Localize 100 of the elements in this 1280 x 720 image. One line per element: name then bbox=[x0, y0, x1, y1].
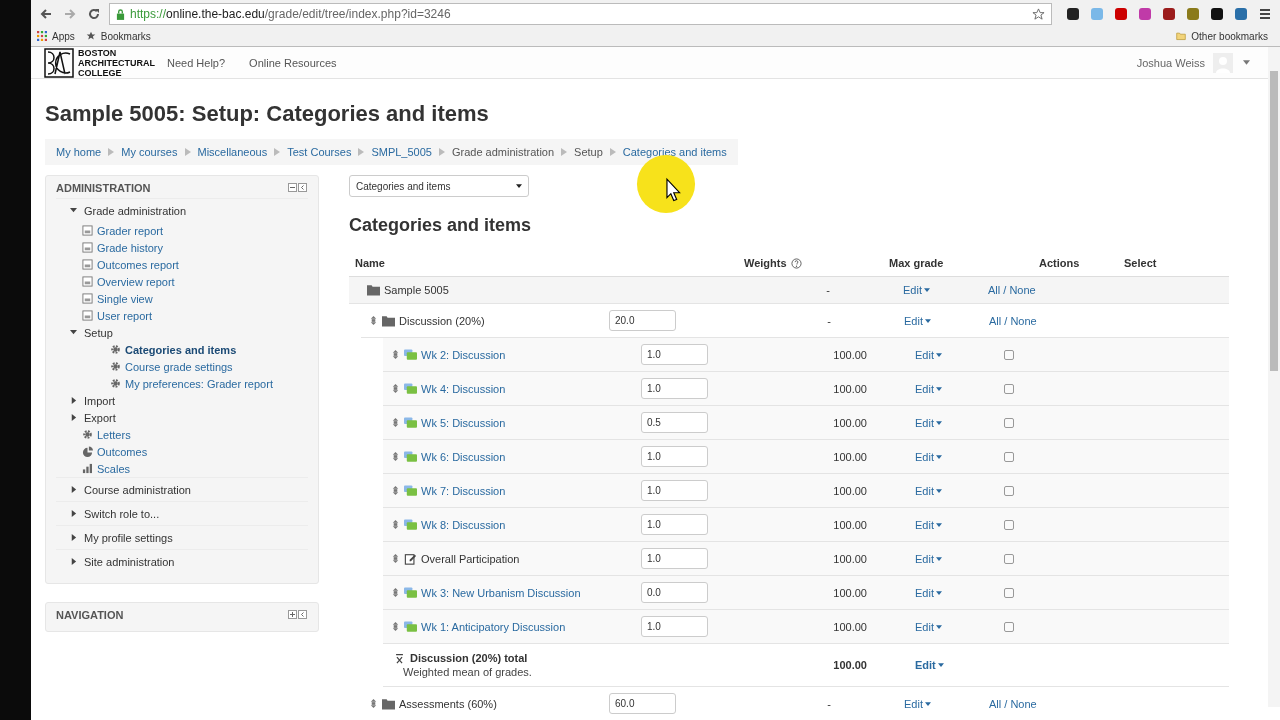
select-checkbox[interactable] bbox=[1004, 417, 1014, 428]
extension-icon[interactable] bbox=[1066, 7, 1080, 21]
tree-node[interactable]: Site administration bbox=[84, 555, 175, 568]
move-icon[interactable] bbox=[391, 418, 400, 427]
move-icon[interactable] bbox=[391, 520, 400, 529]
edit-menu[interactable]: Edit bbox=[915, 586, 942, 599]
edit-menu[interactable]: Edit bbox=[904, 314, 931, 327]
select-checkbox[interactable] bbox=[1004, 485, 1014, 496]
breadcrumb-link[interactable]: Categories and items bbox=[622, 146, 727, 158]
tree-node[interactable]: Course administration bbox=[84, 483, 191, 496]
help-icon[interactable] bbox=[790, 257, 802, 269]
grade-item-link[interactable]: Wk 2: Discussion bbox=[421, 348, 506, 361]
select-all-none-link[interactable]: All / None bbox=[989, 697, 1037, 710]
tree-node[interactable]: My profile settings bbox=[84, 531, 173, 544]
collapsed-arrow-icon[interactable] bbox=[70, 486, 77, 493]
select-checkbox[interactable] bbox=[1004, 349, 1014, 360]
tree-link[interactable]: Letters bbox=[97, 428, 131, 441]
weight-field[interactable]: 20.0 bbox=[609, 310, 676, 331]
select-checkbox[interactable] bbox=[1004, 621, 1014, 632]
move-icon[interactable] bbox=[391, 622, 400, 631]
move-icon[interactable] bbox=[391, 554, 400, 563]
grade-item-link[interactable]: Wk 4: Discussion bbox=[421, 382, 506, 395]
tree-link[interactable]: Single view bbox=[97, 292, 153, 305]
tree-link[interactable]: Overview report bbox=[97, 275, 175, 288]
collapsed-arrow-icon[interactable] bbox=[70, 510, 77, 517]
tree-link[interactable]: User report bbox=[97, 309, 153, 322]
tree-node[interactable]: Import bbox=[84, 394, 116, 407]
caret-icon[interactable] bbox=[1243, 60, 1250, 65]
move-icon[interactable] bbox=[391, 588, 400, 597]
grade-item-link[interactable]: Wk 3: New Urbanism Discussion bbox=[421, 586, 581, 599]
grade-item-link[interactable]: Wk 5: Discussion bbox=[421, 416, 506, 429]
address-bar[interactable]: https://online.the-bac.edu/grade/edit/tree/index.php?id=3246 bbox=[109, 3, 1052, 25]
collapsed-arrow-icon[interactable] bbox=[70, 558, 77, 565]
view-dropdown[interactable]: Categories and items bbox=[349, 175, 529, 197]
edit-menu[interactable]: Edit bbox=[915, 659, 944, 671]
header-link[interactable]: Online Resources bbox=[249, 56, 337, 69]
extension-icon[interactable] bbox=[1162, 7, 1176, 21]
select-checkbox[interactable] bbox=[1004, 451, 1014, 462]
tree-link[interactable]: Outcomes report bbox=[97, 258, 179, 271]
edit-menu[interactable]: Edit bbox=[915, 382, 942, 395]
edit-menu[interactable]: Edit bbox=[915, 416, 942, 429]
tree-link[interactable]: Grader report bbox=[97, 224, 164, 237]
edit-menu[interactable]: Edit bbox=[915, 552, 942, 565]
move-icon[interactable] bbox=[369, 316, 378, 325]
weight-field[interactable]: 1.0 bbox=[641, 378, 708, 399]
block-controls-icon[interactable] bbox=[288, 183, 308, 193]
edit-menu[interactable]: Edit bbox=[915, 348, 942, 361]
user-name[interactable]: Joshua Weiss bbox=[1136, 56, 1205, 69]
edit-menu[interactable]: Edit bbox=[915, 484, 942, 497]
tree-node[interactable]: Switch role to... bbox=[84, 507, 160, 520]
breadcrumb-link[interactable]: Test Courses bbox=[287, 146, 352, 158]
breadcrumb-link[interactable]: My home bbox=[56, 146, 102, 158]
weight-field[interactable]: 1.0 bbox=[641, 480, 708, 501]
move-icon[interactable] bbox=[369, 699, 378, 708]
move-icon[interactable] bbox=[391, 350, 400, 359]
weight-field[interactable]: 0.5 bbox=[641, 412, 708, 433]
move-icon[interactable] bbox=[391, 384, 400, 393]
tree-link[interactable]: Course grade settings bbox=[125, 360, 233, 373]
tree-link[interactable]: Categories and items bbox=[125, 343, 237, 356]
tree-node[interactable]: Setup bbox=[84, 326, 113, 339]
weight-field[interactable]: 1.0 bbox=[641, 446, 708, 467]
select-checkbox[interactable] bbox=[1004, 553, 1014, 564]
collapsed-arrow-icon[interactable] bbox=[70, 414, 77, 421]
bookmark-folder[interactable]: Other bookmarks bbox=[1191, 30, 1268, 42]
edit-menu[interactable]: Edit bbox=[904, 697, 931, 710]
tree-link[interactable]: Outcomes bbox=[97, 445, 148, 458]
collapsed-arrow-icon[interactable] bbox=[70, 397, 77, 404]
tree-link[interactable]: Grade history bbox=[97, 241, 164, 254]
block-controls-icon[interactable] bbox=[288, 610, 308, 620]
bookmark-link[interactable]: Bookmarks bbox=[100, 30, 151, 42]
tree-link[interactable]: Scales bbox=[97, 462, 131, 475]
scrollbar[interactable] bbox=[1268, 47, 1280, 707]
select-all-none-link[interactable]: All / None bbox=[988, 284, 1036, 296]
expanded-arrow-icon[interactable] bbox=[70, 207, 77, 214]
select-all-none-link[interactable]: All / None bbox=[989, 314, 1037, 327]
edit-menu[interactable]: Edit bbox=[903, 284, 930, 296]
select-checkbox[interactable] bbox=[1004, 587, 1014, 598]
grade-item-link[interactable]: Wk 1: Anticipatory Discussion bbox=[421, 620, 566, 633]
weight-field[interactable]: 0.0 bbox=[641, 582, 708, 603]
expanded-arrow-icon[interactable] bbox=[70, 329, 77, 336]
tree-node[interactable]: Export bbox=[84, 411, 116, 424]
header-link[interactable]: Need Help? bbox=[167, 56, 226, 69]
breadcrumb-link[interactable]: SMPL_5005 bbox=[371, 146, 432, 158]
breadcrumb-link[interactable]: My courses bbox=[121, 146, 178, 158]
grade-item-link[interactable]: Wk 7: Discussion bbox=[421, 484, 506, 497]
edit-menu[interactable]: Edit bbox=[915, 620, 942, 633]
grade-item-link[interactable]: Wk 8: Discussion bbox=[421, 518, 506, 531]
weight-field[interactable]: 1.0 bbox=[641, 548, 708, 569]
menu-icon[interactable] bbox=[1258, 7, 1272, 21]
grade-item-link[interactable]: Wk 6: Discussion bbox=[421, 450, 506, 463]
select-checkbox[interactable] bbox=[1004, 519, 1014, 530]
weight-field[interactable]: 1.0 bbox=[641, 616, 708, 637]
breadcrumb-link[interactable]: Miscellaneous bbox=[197, 146, 268, 158]
bookmark-link[interactable]: Apps bbox=[52, 30, 75, 42]
reload-icon[interactable] bbox=[87, 7, 101, 21]
tree-link[interactable]: My preferences: Grader report bbox=[125, 377, 273, 390]
collapsed-arrow-icon[interactable] bbox=[70, 534, 77, 541]
move-icon[interactable] bbox=[391, 452, 400, 461]
back-icon[interactable] bbox=[39, 7, 53, 21]
edit-menu[interactable]: Edit bbox=[915, 518, 942, 531]
